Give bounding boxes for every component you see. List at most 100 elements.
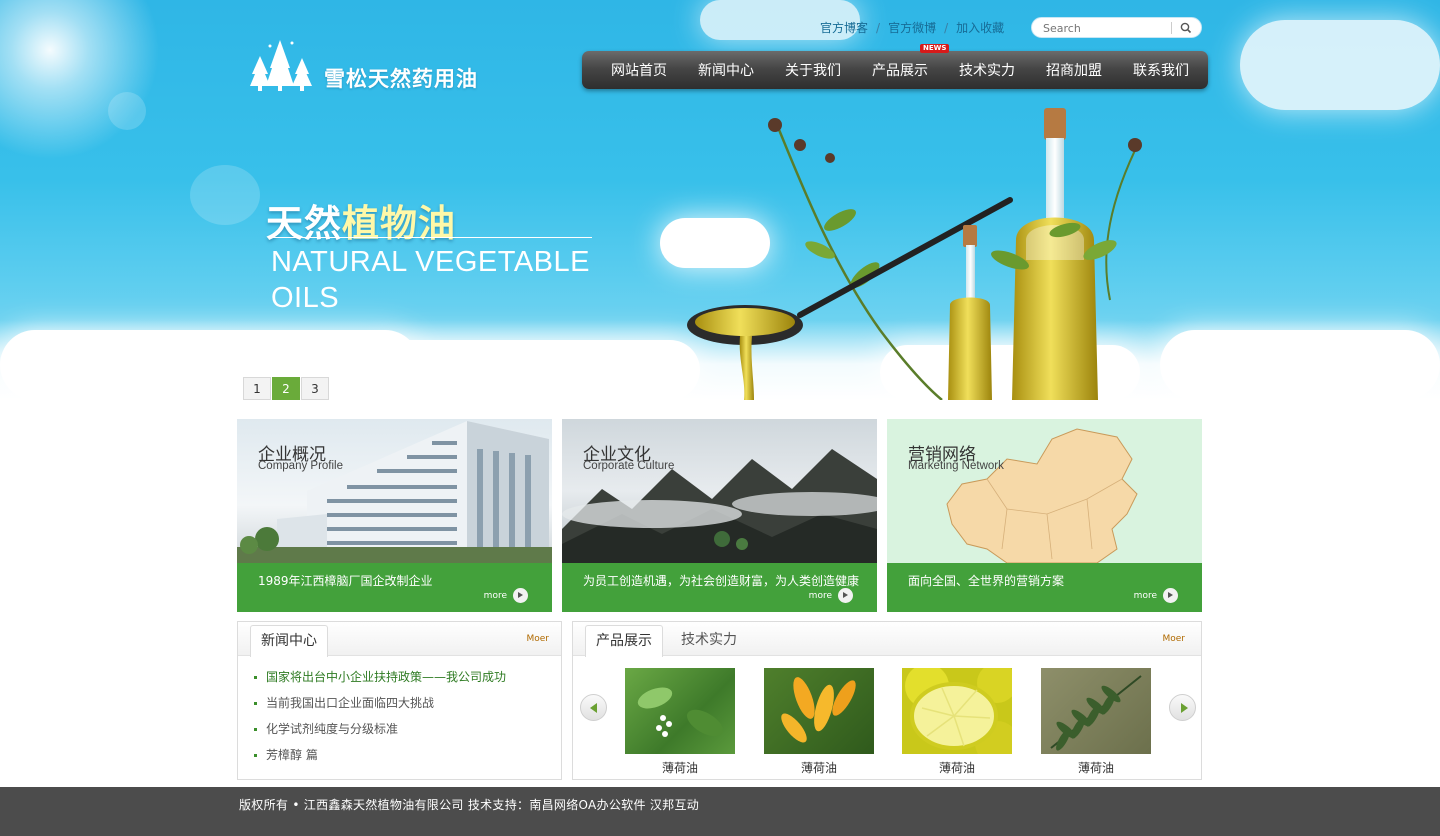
- hero-title: 天然植物油: [266, 193, 456, 247]
- news-panel: 新闻中心 Moer 国家将出台中小企业扶持政策——我公司成功 当前我国出口企业面…: [237, 621, 562, 780]
- cloud: [1240, 20, 1440, 110]
- top-link-blog[interactable]: 官方博客: [820, 21, 868, 35]
- tab-technology[interactable]: 技术实力: [671, 625, 747, 657]
- news-item[interactable]: 化学试剂纯度与分级标准: [254, 719, 506, 745]
- nav-item-label: 联系我们: [1133, 63, 1189, 79]
- hero-divider: [268, 237, 592, 238]
- product-image: [764, 668, 874, 754]
- feature-marketing-network[interactable]: 营销网络 Marketing Network 面向全国、全世界的营销方案 mor…: [887, 419, 1202, 612]
- product-name: 薄荷油: [661, 761, 698, 775]
- carousel-prev-icon[interactable]: [580, 694, 607, 721]
- brand-name: 雪松天然药用油: [324, 67, 478, 91]
- product-item[interactable]: 薄荷油: [1041, 668, 1151, 776]
- nav-item-contact[interactable]: 联系我们: [1133, 60, 1189, 80]
- search-divider: [1171, 22, 1172, 34]
- carousel-next-icon[interactable]: [1169, 694, 1196, 721]
- product-name: 薄荷油: [1077, 761, 1114, 775]
- product-item[interactable]: 薄荷油: [625, 668, 735, 776]
- mint-flower-icon: [637, 687, 724, 737]
- nav-item-label: 招商加盟: [1046, 63, 1102, 79]
- product-name: 薄荷油: [938, 761, 975, 775]
- top-links: 官方博客 / 官方微博 / 加入收藏: [820, 19, 1004, 36]
- hero-title-white: 天然: [266, 202, 342, 245]
- more-label: more: [483, 590, 507, 601]
- news-more-link[interactable]: Moer: [526, 634, 549, 644]
- nav-item-label: 技术实力: [959, 63, 1015, 79]
- product-item[interactable]: 薄荷油: [902, 668, 1012, 776]
- nav-item-label: 产品展示: [872, 63, 928, 79]
- more-label: more: [808, 590, 832, 601]
- nav-item-technology[interactable]: 技术实力: [959, 60, 1015, 80]
- news-panel-header: 新闻中心 Moer: [238, 622, 561, 657]
- feature-bar: 为员工创造机遇，为社会创造财富，为人类创造健康 more: [562, 563, 877, 612]
- hero-banner: 雪松天然药用油 官方博客 / 官方微博 / 加入收藏 网站首页 新闻中心 关于我们 产品…: [0, 0, 1440, 400]
- feature-desc: 为员工创造机遇，为社会创造财富，为人类创造健康: [583, 574, 860, 588]
- feature-subtitle: Marketing Network: [908, 460, 1004, 472]
- bubble-decoration: [108, 92, 146, 130]
- more-link[interactable]: more: [809, 588, 853, 603]
- pager-page-1[interactable]: 1: [243, 377, 271, 400]
- product-image: [902, 668, 1012, 754]
- oil-bottles-illustration: [687, 108, 1142, 400]
- nav-item-label: 新闻中心: [698, 63, 754, 79]
- lemon-icon: [905, 668, 1012, 754]
- products-panel: 产品展示 技术实力 Moer 薄荷油 薄荷油 薄荷油 薄荷油: [572, 621, 1202, 780]
- nav-item-news[interactable]: 新闻中心: [698, 60, 754, 80]
- search-box: [1031, 17, 1202, 38]
- main-nav: 网站首页 新闻中心 关于我们 产品展示 NEWS 技术实力 招商加盟 联系我们: [582, 44, 1208, 89]
- top-link-favorite[interactable]: 加入收藏: [956, 21, 1004, 35]
- feature-corporate-culture[interactable]: 企业文化 Corporate Culture 为员工创造机遇，为社会创造财富，为…: [562, 419, 877, 612]
- separator: /: [876, 21, 881, 35]
- feature-bar: 面向全国、全世界的营销方案 more: [887, 563, 1202, 612]
- footer: 版权所有 • 江西鑫森天然植物油有限公司 技术支持：南昌网络OA办公软件 汉邦互…: [0, 787, 1440, 836]
- nav-item-franchise[interactable]: 招商加盟: [1046, 60, 1102, 80]
- products-panel-header: 产品展示 技术实力 Moer: [573, 622, 1201, 657]
- pager-page-2[interactable]: 2: [272, 377, 300, 400]
- news-badge: NEWS: [920, 44, 950, 53]
- feature-subtitle: Company Profile: [258, 460, 344, 472]
- product-name: 薄荷油: [800, 761, 837, 775]
- top-link-weibo[interactable]: 官方微博: [888, 21, 936, 35]
- feature-desc: 1989年江西樟脑厂国企改制企业: [258, 574, 433, 588]
- feature-desc: 面向全国、全世界的营销方案: [908, 574, 1065, 588]
- nav-item-home[interactable]: 网站首页: [611, 60, 667, 80]
- arrow-right-icon: [1163, 588, 1178, 603]
- hero-title-yellow: 植物油: [342, 202, 456, 245]
- product-item[interactable]: 薄荷油: [764, 668, 874, 776]
- tab-news[interactable]: 新闻中心: [250, 625, 328, 657]
- news-item[interactable]: 国家将出台中小企业扶持政策——我公司成功: [254, 667, 506, 693]
- bubble-decoration: [190, 165, 260, 225]
- feature-subtitle: Corporate Culture: [583, 460, 675, 472]
- news-item[interactable]: 当前我国出口企业面临四大挑战: [254, 693, 506, 719]
- news-list: 国家将出台中小企业扶持政策——我公司成功 当前我国出口企业面临四大挑战 化学试剂…: [254, 667, 506, 771]
- product-carousel: 薄荷油 薄荷油 薄荷油 薄荷油: [573, 668, 1201, 778]
- search-input[interactable]: [1043, 20, 1173, 36]
- news-item[interactable]: 芳樟醇 篇: [254, 745, 506, 771]
- fern-icon: [1050, 675, 1142, 751]
- nav-item-about[interactable]: 关于我们: [785, 60, 841, 80]
- tab-products[interactable]: 产品展示: [585, 625, 663, 657]
- more-link[interactable]: more: [484, 588, 528, 603]
- more-label: more: [1133, 590, 1157, 601]
- arrow-right-icon: [838, 588, 853, 603]
- separator: /: [944, 21, 949, 35]
- logo[interactable]: 雪松天然药用油: [246, 40, 506, 92]
- nav-item-label: 关于我们: [785, 63, 841, 79]
- search-icon[interactable]: [1178, 21, 1194, 35]
- page: 雪松天然药用油 官方博客 / 官方微博 / 加入收藏 网站首页 新闻中心 关于我们 产品…: [0, 0, 1440, 836]
- nav-item-products[interactable]: 产品展示 NEWS: [872, 44, 950, 80]
- orange-flower-icon: [781, 677, 856, 743]
- pager-page-3[interactable]: 3: [301, 377, 329, 400]
- arrow-right-icon: [513, 588, 528, 603]
- product-image: [625, 668, 735, 754]
- footer-copyright: 版权所有 • 江西鑫森天然植物油有限公司 技术支持：南昌网络OA办公软件 汉邦互…: [239, 798, 700, 812]
- product-image: [1041, 668, 1151, 754]
- products-more-link[interactable]: Moer: [1162, 634, 1185, 644]
- hero-subtitle: NATURAL VEGETABLE OILS: [271, 246, 590, 314]
- sun-glow: [0, 0, 160, 160]
- more-link[interactable]: more: [1134, 588, 1178, 603]
- pine-trees-icon: [250, 40, 312, 91]
- feature-bar: 1989年江西樟脑厂国企改制企业 more: [237, 563, 552, 612]
- feature-company-profile[interactable]: 企业概况 Company Profile 1989年江西樟脑厂国企改制企业 mo…: [237, 419, 552, 612]
- banner-pager: 1 2 3: [243, 377, 330, 400]
